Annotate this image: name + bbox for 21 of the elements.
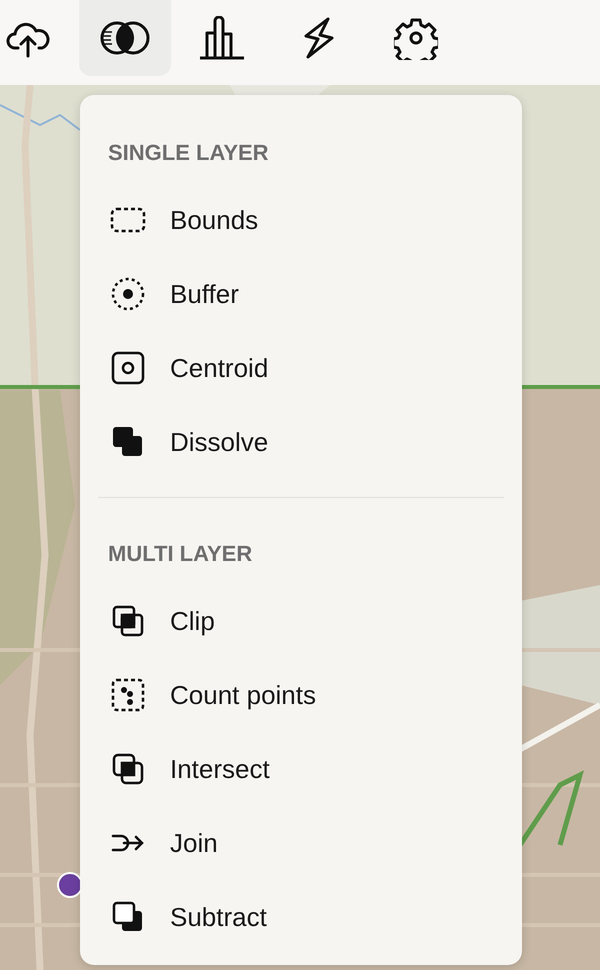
menu-item[interactable]: Dissolve: [80, 405, 522, 479]
menu-item[interactable]: Count points: [80, 658, 522, 732]
menu-item[interactable]: Intersect: [80, 732, 522, 806]
bar-chart-icon: [198, 16, 246, 60]
menu-item[interactable]: Subtract: [80, 880, 522, 954]
menu-item[interactable]: Clip: [80, 584, 522, 658]
menu-item[interactable]: Bounds: [80, 183, 522, 257]
overlapping-squares-icon: [110, 751, 146, 787]
dashed-square-icon: [110, 206, 146, 234]
overlapping-squares-icon: [110, 603, 146, 639]
section-heading: MULTI LAYER: [107, 540, 254, 568]
dotted-circle-icon: [110, 276, 146, 312]
dashed-square-dots-icon: [110, 677, 146, 713]
menu-item[interactable]: Join: [80, 806, 522, 880]
overlapping-circles-icon: [99, 20, 151, 56]
lightning-icon: [302, 16, 336, 60]
section-heading: SINGLE LAYER: [107, 139, 270, 167]
settings-icon: [394, 16, 438, 60]
toolbar-button[interactable]: [79, 0, 171, 76]
menu-item[interactable]: Centroid: [80, 331, 522, 405]
menu-item[interactable]: Buffer: [80, 257, 522, 331]
